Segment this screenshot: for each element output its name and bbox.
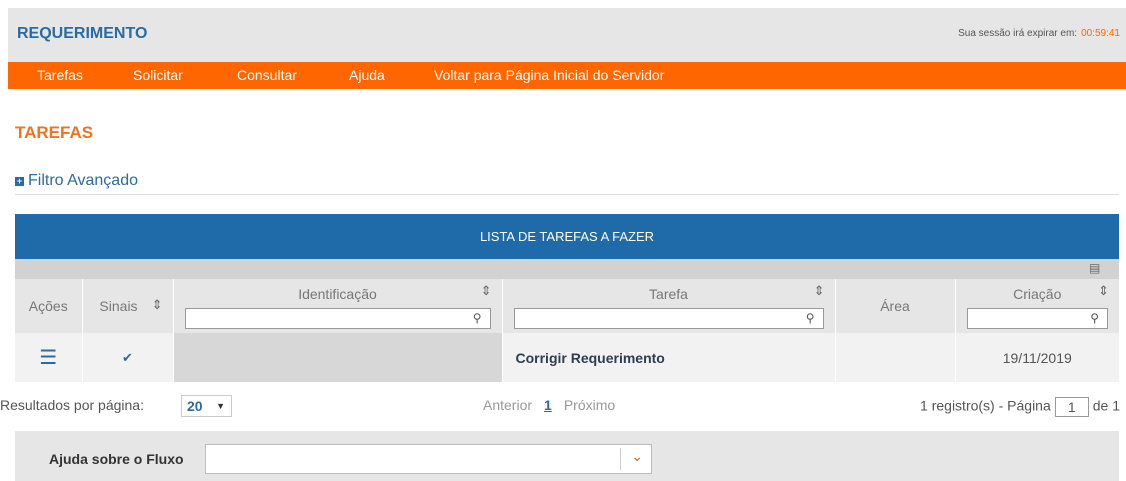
task-link[interactable]: Corrigir Requerimento (501, 333, 835, 382)
check-icon: ✔ (122, 349, 133, 365)
menu-item-ajuda[interactable]: Ajuda (349, 67, 385, 83)
column-header-acoes: Ações (15, 279, 82, 333)
sort-icon[interactable]: ⇕ (481, 283, 492, 299)
column-header-area: Área (834, 279, 955, 333)
column-label: Criação (1013, 286, 1062, 302)
menu-item-tarefas[interactable]: Tarefas (37, 67, 83, 83)
dropdown-arrow-icon: ▼ (216, 401, 225, 411)
per-page-label: Resultados por página: (0, 397, 144, 413)
pagination-bar: Resultados por página: 20 ▼ Anterior 1 Próx… (0, 395, 1126, 417)
column-label: Ações (28, 298, 68, 314)
table-row: ☰ ✔ Corrigir Requerimento 19/11/2019 (15, 333, 1119, 382)
columns-icon[interactable]: ▤ (1089, 262, 1103, 275)
creation-date-cell: 19/11/2019 (954, 333, 1119, 382)
search-icon: ⚲ (805, 311, 815, 325)
column-label: Identificação (298, 286, 377, 302)
app-header: REQUERIMENTO Sua sessão irá expirar em: 0… (8, 8, 1126, 62)
column-header-sinais[interactable]: Sinais ⇕ (81, 279, 173, 333)
column-header-identificacao[interactable]: Identificação ⇕ ⚲ (172, 279, 502, 333)
records-info: 1 registro(s) - Página 1 de 1 (920, 397, 1120, 417)
session-timer: Sua sessão irá expirar em: 00:59:41 (958, 28, 1120, 39)
column-label: Área (880, 298, 910, 314)
sort-icon[interactable]: ⇕ (814, 283, 825, 299)
page-title: TAREFAS (15, 123, 94, 142)
app-title: REQUERIMENTO (17, 25, 148, 42)
area-cell (834, 333, 955, 382)
flow-help-panel: Ajuda sobre o Fluxo ⌄ (15, 431, 1119, 481)
sort-icon[interactable]: ⇕ (152, 297, 163, 313)
advanced-filter-toggle[interactable]: + Filtro Avançado (15, 172, 138, 190)
actions-cell: ☰ (15, 333, 82, 382)
identificacao-cell (172, 333, 502, 382)
task-table: LISTA DE TAREFAS A FAZER ▤ Ações Sinais ⇕… (15, 214, 1119, 382)
per-page-select[interactable]: 20 ▼ (181, 395, 232, 417)
menu-item-voltar[interactable]: Voltar para Página Inicial do Servidor (434, 67, 664, 83)
column-header-criacao[interactable]: Criação ⇕ ⚲ (954, 279, 1119, 333)
chevron-down-icon: ⌄ (631, 448, 643, 464)
menu-item-consultar[interactable]: Consultar (237, 67, 297, 83)
column-label: Tarefa (649, 286, 688, 302)
search-icon: ⚲ (1090, 311, 1099, 325)
session-label: Sua sessão irá expirar em: (958, 28, 1078, 39)
menu-item-solicitar[interactable]: Solicitar (133, 67, 183, 83)
sort-icon[interactable]: ⇕ (1098, 283, 1109, 299)
signals-cell: ✔ (81, 333, 173, 382)
tarefa-filter-input[interactable]: ⚲ (513, 308, 824, 329)
main-menu: Tarefas Solicitar Consultar Ajuda Voltar… (8, 62, 1126, 89)
next-page-link[interactable]: Próximo (564, 397, 615, 413)
identificacao-filter-input[interactable]: ⚲ (184, 308, 491, 329)
criacao-filter-input[interactable]: ⚲ (966, 308, 1108, 329)
search-icon: ⚲ (472, 311, 482, 325)
pager: Anterior 1 Próximo (483, 397, 615, 413)
table-toolbar: ▤ (15, 259, 1119, 279)
flow-help-label: Ajuda sobre o Fluxo (49, 451, 184, 467)
current-page-link[interactable]: 1 (544, 397, 552, 413)
expand-icon: + (15, 176, 24, 186)
menu-icon[interactable]: ☰ (39, 347, 57, 369)
prev-page-link[interactable]: Anterior (483, 397, 532, 413)
session-time: 00:59:41 (1081, 28, 1120, 39)
flow-help-select[interactable]: ⌄ (205, 444, 652, 474)
table-title: LISTA DE TAREFAS A FAZER (15, 214, 1119, 259)
divider (15, 194, 1119, 195)
select-divider (620, 448, 621, 470)
page-number-input[interactable]: 1 (1054, 397, 1089, 417)
column-header-tarefa[interactable]: Tarefa ⇕ ⚲ (501, 279, 835, 333)
per-page-value: 20 (187, 398, 203, 414)
records-label: 1 registro(s) - Página (920, 397, 1051, 414)
advanced-filter-label: Filtro Avançado (28, 172, 138, 189)
page-total-label: de 1 (1092, 397, 1120, 414)
